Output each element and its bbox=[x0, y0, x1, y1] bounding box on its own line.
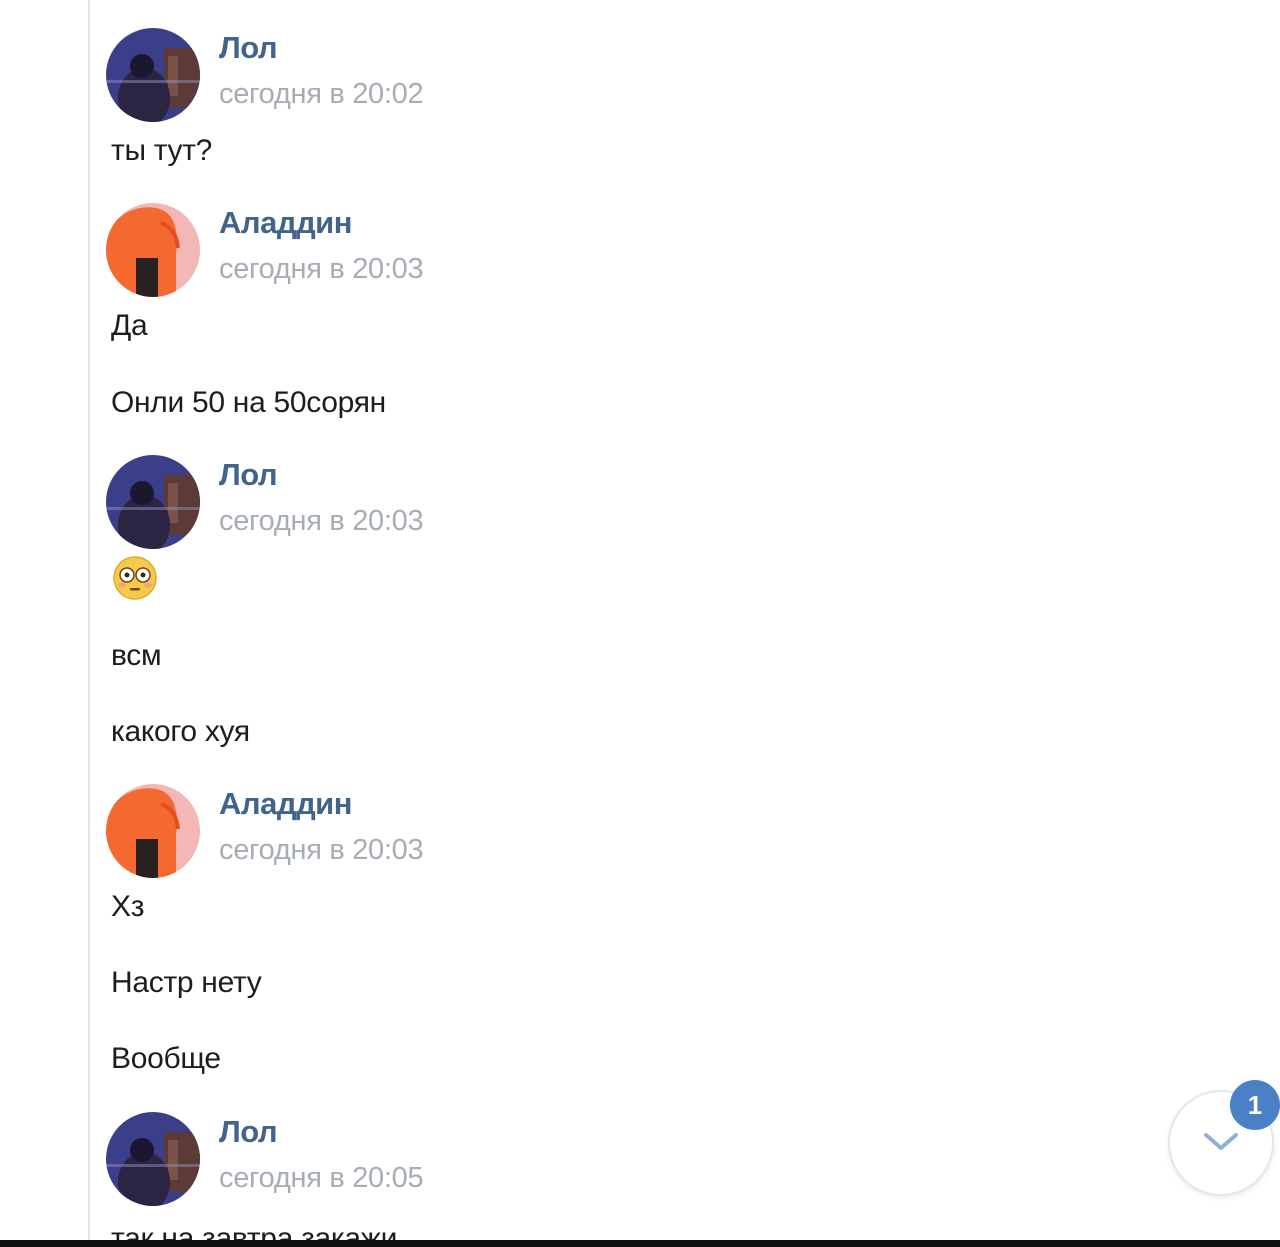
author-name[interactable]: Лол bbox=[219, 457, 278, 493]
message-time[interactable]: сегодня в 20:03 bbox=[219, 834, 424, 867]
message-text: какого хуя bbox=[111, 715, 250, 748]
aladdin-avatar bbox=[106, 784, 200, 878]
avatar[interactable] bbox=[106, 455, 200, 549]
screen-bottom-edge bbox=[0, 1240, 1280, 1247]
lol-avatar bbox=[106, 28, 200, 122]
unread-count-badge: 1 bbox=[1230, 1080, 1280, 1130]
avatar[interactable] bbox=[106, 203, 200, 297]
author-name[interactable]: Лол bbox=[219, 30, 278, 66]
message-text: ты тут? bbox=[111, 134, 213, 167]
message-text: Хз bbox=[111, 890, 145, 923]
author-name[interactable]: Аладдин bbox=[219, 786, 352, 822]
avatar[interactable] bbox=[106, 28, 200, 122]
avatar[interactable] bbox=[106, 1112, 200, 1206]
message-group: Аладдин сегодня в 20:03 Да Онли 50 на 50… bbox=[106, 203, 806, 433]
message-time[interactable]: сегодня в 20:03 bbox=[219, 253, 424, 286]
message-group: Лол сегодня в 20:05 bbox=[106, 1112, 806, 1222]
author-name[interactable]: Лол bbox=[219, 1114, 278, 1150]
message-time[interactable]: сегодня в 20:03 bbox=[219, 505, 424, 538]
chat-left-border bbox=[88, 0, 90, 1247]
message-time[interactable]: сегодня в 20:05 bbox=[219, 1162, 424, 1195]
author-name[interactable]: Аладдин bbox=[219, 205, 352, 241]
flushed-face-emoji bbox=[113, 556, 157, 600]
chat-history: Лол сегодня в 20:02 ты тут? Аладдин сего… bbox=[0, 0, 1280, 1247]
message-text: Да bbox=[111, 309, 148, 342]
message-group: Аладдин сегодня в 20:03 Хз Настр нету Во… bbox=[106, 784, 806, 1084]
avatar[interactable] bbox=[106, 784, 200, 878]
message-text: Онли 50 на 50сорян bbox=[111, 386, 386, 419]
message-time[interactable]: сегодня в 20:02 bbox=[219, 78, 424, 111]
message-text: всм bbox=[111, 639, 162, 672]
chevron-down-icon bbox=[1204, 1133, 1238, 1150]
message-group: Лол сегодня в 20:02 ты тут? bbox=[106, 28, 806, 168]
message-group: Лол сегодня в 20:03 всм какого хуя bbox=[106, 455, 806, 760]
lol-avatar bbox=[106, 1112, 200, 1206]
aladdin-avatar bbox=[106, 203, 200, 297]
message-text: Настр нету bbox=[111, 966, 262, 999]
lol-avatar bbox=[106, 455, 200, 549]
message-text: Вообще bbox=[111, 1042, 221, 1075]
